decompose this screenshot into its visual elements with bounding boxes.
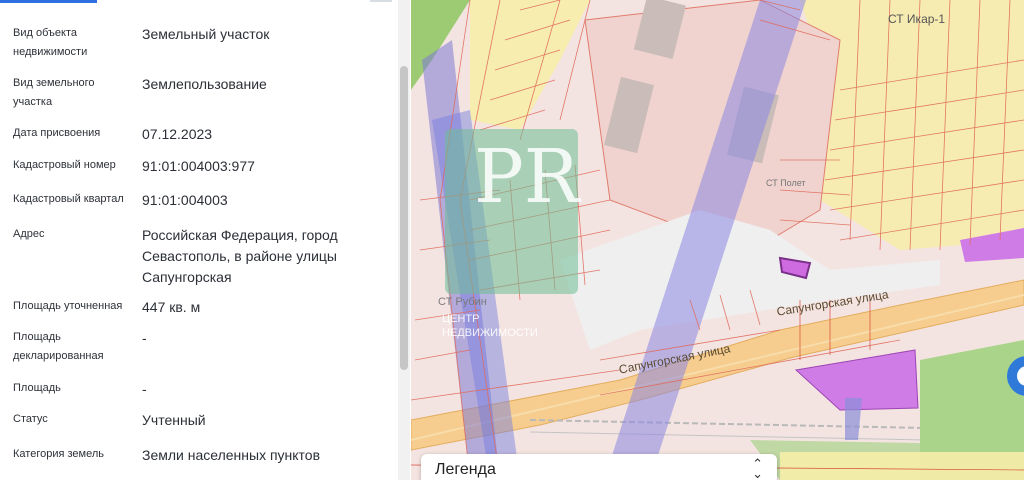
field-label: Вид объекта недвижимости xyxy=(13,27,88,58)
legend-panel[interactable]: Легенда ⌃ ⌄ xyxy=(421,454,777,480)
legend-title: Легенда xyxy=(435,461,496,478)
field-value: Учтенный xyxy=(142,412,206,428)
tab-strip xyxy=(370,0,392,2)
watermark-text-line1: ЦЕНТР xyxy=(442,313,480,325)
watermark-text-line2: НЕДВИЖИМОСТИ xyxy=(442,327,538,339)
field-value: 91:01:004003 xyxy=(142,192,228,208)
map-label-st-ikar: СТ Икар-1 xyxy=(888,12,946,26)
field-value: - xyxy=(142,381,147,397)
field-label: Категория земель xyxy=(13,448,104,460)
field-label: Вид земельного участка xyxy=(13,77,95,108)
chevron-up-down-icon[interactable]: ⌃ ⌄ xyxy=(752,457,763,480)
field-label: Площадь декларированная xyxy=(13,331,104,362)
parcel-info-panel: Вид объекта недвижимости Земельный участ… xyxy=(0,0,398,480)
panel-scrollbar-thumb[interactable] xyxy=(400,66,408,370)
field-label: Статус xyxy=(13,413,48,425)
watermark-letters: PR xyxy=(474,134,580,220)
field-value: Землепользование xyxy=(142,76,267,92)
field-value: 91:01:004003:977 xyxy=(142,158,255,174)
field-value: Земельный участок xyxy=(142,26,270,42)
field-value: 07.12.2023 xyxy=(142,126,213,142)
watermark-text: ЦЕНТР НЕДВИЖИМОСТИ xyxy=(442,312,538,340)
field-value: Российская Федерация, город Севастополь,… xyxy=(142,227,338,285)
cadastral-map[interactable]: СТ Икар-1 СТ Полет Сапунгорская улица Са… xyxy=(411,0,1024,480)
field-value: - xyxy=(142,330,147,346)
map-label-st-rubin: СТ Рубин xyxy=(438,296,487,308)
field-label: Дата присвоения xyxy=(13,127,101,139)
map-label-st-polet: СТ Полет xyxy=(766,178,806,188)
field-label: Адрес xyxy=(13,228,45,240)
field-value: Земли населенных пунктов xyxy=(142,447,321,463)
active-tab-indicator xyxy=(0,0,97,3)
field-label: Кадастровый квартал xyxy=(13,193,124,205)
field-label: Площадь уточненная xyxy=(13,300,123,312)
field-value: 447 кв. м xyxy=(142,299,201,315)
field-label: Площадь xyxy=(13,382,61,394)
field-label: Кадастровый номер xyxy=(13,159,116,171)
